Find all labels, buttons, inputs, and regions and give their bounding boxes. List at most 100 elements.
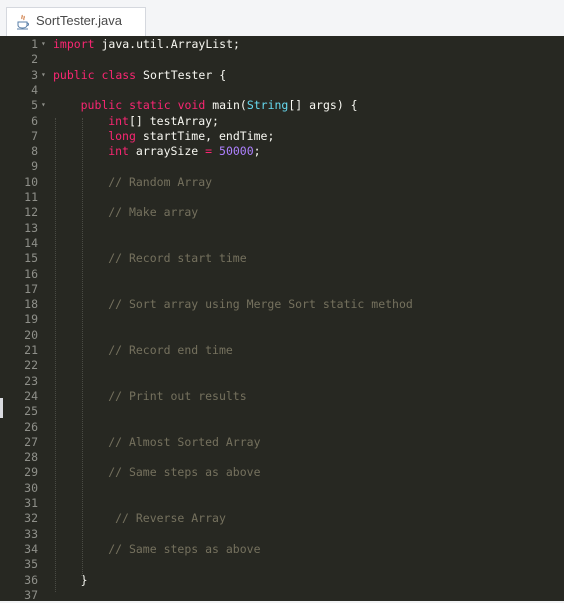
line-number: 32 — [24, 511, 38, 526]
code-comment: // Sort array using Merge Sort static me… — [108, 297, 413, 312]
code-line[interactable]: 6 int[] testArray; — [0, 114, 564, 129]
code-line[interactable]: 4 — [0, 83, 564, 98]
code-line[interactable]: 35 — [0, 557, 564, 572]
code-line[interactable]: 1 ▾ import java.util.ArrayList; — [0, 37, 564, 52]
code-comment: // Same steps as above — [108, 465, 261, 480]
line-number: 25 — [24, 404, 38, 419]
code-line[interactable]: 20 — [0, 328, 564, 343]
code-line[interactable]: 21 // Record end time — [0, 343, 564, 358]
code-line[interactable]: 27 // Almost Sorted Array — [0, 435, 564, 450]
code-line[interactable]: 36} — [0, 573, 564, 588]
line-number: 11 — [24, 190, 38, 204]
code-line[interactable]: 15 // Record start time — [0, 251, 564, 266]
line-number: 18 — [24, 297, 38, 312]
code-line[interactable]: 14 — [0, 236, 564, 251]
line-number: 24 — [24, 388, 38, 403]
line-number: 29 — [24, 465, 38, 480]
code-line[interactable]: 23 — [0, 374, 564, 389]
code-text: long startTime, endTime; — [108, 129, 274, 144]
code-line[interactable]: 8 int arraySize = 50000; — [0, 144, 564, 159]
code-line[interactable]: 2 — [0, 52, 564, 67]
code-comment: // Random Array — [108, 174, 213, 189]
file-tab-label: SortTester.java — [36, 13, 122, 28]
code-keyword: public — [53, 67, 95, 82]
line-number: 21 — [24, 343, 38, 357]
code-line[interactable]: 22 — [0, 358, 564, 373]
code-line[interactable]: 19 — [0, 312, 564, 327]
line-number: 6 — [31, 113, 38, 128]
code-text: public static void main(String[] args) { — [81, 98, 358, 113]
line-number: 28 — [24, 450, 38, 465]
line-number: 17 — [24, 281, 38, 296]
line-number: 19 — [24, 312, 38, 327]
code-token: arraySize — [128, 144, 206, 159]
line-number: 8 — [31, 144, 38, 159]
code-line[interactable]: 16 — [0, 267, 564, 282]
code-text: // Sort array using Merge Sort static me… — [108, 297, 413, 312]
code-text: // Record start time — [108, 251, 246, 266]
code-token: main( — [205, 98, 247, 113]
fold-arrow-icon[interactable]: ▾ — [41, 67, 46, 82]
code-text: // Almost Sorted Array — [108, 435, 260, 450]
fold-arrow-icon[interactable]: ▾ — [41, 97, 46, 112]
code-text: public class SortTester { — [53, 68, 226, 83]
code-line[interactable]: 30 — [0, 481, 564, 496]
line-number: 16 — [24, 266, 38, 281]
code-comment: // Make array — [108, 205, 199, 220]
code-keyword: class — [101, 67, 137, 82]
code-line[interactable]: 13 — [0, 221, 564, 236]
code-editor[interactable]: 1 ▾ import java.util.ArrayList; 2 3 ▾ public c… — [0, 36, 564, 602]
file-tab[interactable]: SortTester.java — [6, 7, 146, 36]
code-line[interactable]: 33 — [0, 527, 564, 542]
code-line[interactable]: 12 // Make array — [0, 205, 564, 220]
code-line[interactable]: 31 — [0, 496, 564, 511]
code-line[interactable]: 34 // Same steps as above — [0, 542, 564, 557]
line-number: 31 — [24, 496, 38, 510]
code-line[interactable]: 24 // Print out results — [0, 389, 564, 404]
line-number: 33 — [24, 526, 38, 541]
line-number: 1 — [31, 37, 38, 51]
code-line[interactable]: 28 — [0, 450, 564, 465]
fold-arrow-icon[interactable]: ▾ — [41, 36, 46, 51]
code-line[interactable]: 32 // Reverse Array — [0, 511, 564, 526]
line-number: 15 — [24, 251, 38, 266]
line-number: 20 — [24, 327, 38, 342]
line-number: 36 — [24, 572, 38, 587]
code-text: // Random Array — [108, 175, 212, 190]
code-line[interactable]: 29 // Same steps as above — [0, 465, 564, 480]
code-line[interactable]: 7 long startTime, endTime; — [0, 129, 564, 144]
code-line[interactable]: 18 // Sort array using Merge Sort static … — [0, 297, 564, 312]
code-line[interactable]: 3 ▾ public class SortTester { — [0, 68, 564, 83]
code-keyword: static — [129, 98, 171, 113]
code-line[interactable]: 10 // Random Array — [0, 175, 564, 190]
code-line[interactable]: 9 — [0, 159, 564, 174]
code-text: // Record end time — [108, 343, 233, 358]
indent-guide — [55, 118, 56, 592]
code-comment: // Same steps as above — [108, 541, 261, 556]
code-comment: // Print out results — [108, 388, 247, 403]
code-comment: // Almost Sorted Array — [108, 434, 261, 449]
code-keyword: int — [108, 144, 129, 159]
code-text: int[] testArray; — [108, 114, 219, 129]
code-line[interactable]: 5 ▾ public static void main(String[] args)… — [0, 98, 564, 113]
code-line[interactable]: 17 — [0, 282, 564, 297]
code-line[interactable]: 26 — [0, 420, 564, 435]
code-line[interactable]: 11 — [0, 190, 564, 205]
code-text: // Same steps as above — [108, 465, 260, 480]
line-number: 22 — [24, 358, 38, 373]
code-line[interactable]: 25 — [0, 404, 564, 419]
code-keyword: void — [177, 98, 206, 113]
code-keyword: int — [108, 113, 129, 128]
line-number: 5 — [31, 98, 38, 113]
code-text: int arraySize = 50000; — [108, 144, 260, 159]
code-token: SortTester { — [136, 67, 227, 82]
code-text: // Reverse Array — [115, 511, 226, 526]
line-number: 3 — [31, 67, 38, 82]
code-text: // Make array — [108, 205, 198, 220]
line-number: 7 — [31, 128, 38, 143]
line-number: 13 — [24, 220, 38, 235]
scrollbar-marker[interactable] — [0, 398, 3, 418]
line-number: 2 — [31, 52, 38, 67]
